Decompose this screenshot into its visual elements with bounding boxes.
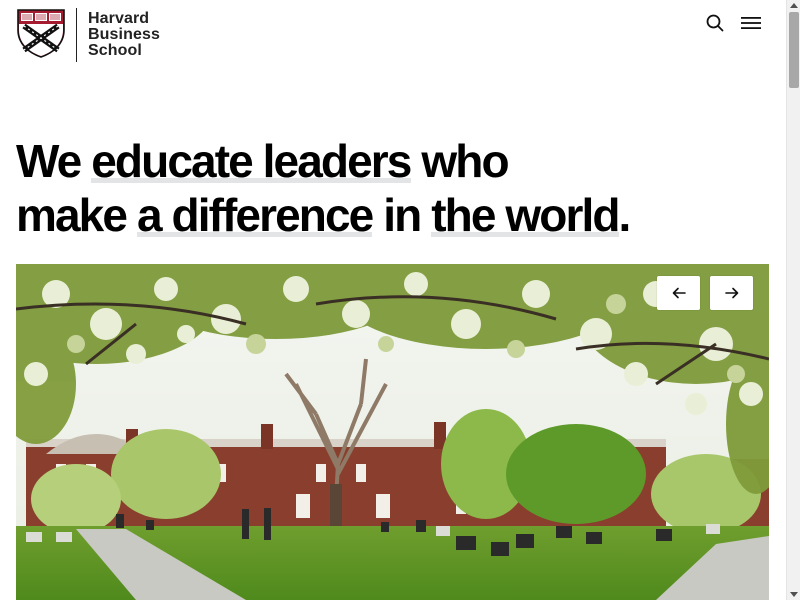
hero-headline: We educate leaders who make a difference… [16,134,786,242]
scroll-up-arrow-icon[interactable] [790,3,798,8]
scroll-down-arrow-icon[interactable] [790,592,798,597]
wordmark-line: Harvard [88,10,150,27]
headline-highlight: a difference [136,189,374,241]
wordmark-line: School [88,42,142,59]
carousel-controls [657,276,753,310]
arrow-right-icon [724,287,738,299]
hbs-shield-icon [17,9,65,58]
headline-fragment: make [16,189,137,241]
header-actions [702,12,764,34]
headline-line-2: make a difference in the world. [16,188,786,242]
menu-button[interactable] [738,12,764,34]
search-icon [706,14,724,32]
hamburger-menu-icon [741,17,761,29]
hero-carousel [16,264,769,600]
page: Harvard Business School We educate leade… [0,0,786,600]
scroll-thumb[interactable] [789,12,799,88]
headline-highlight: educate leaders [91,135,412,187]
wordmark-line: Business [88,26,160,43]
headline-line-1: We educate leaders who [16,134,786,188]
site-header: Harvard Business School [0,0,786,70]
logo-divider [76,8,77,62]
arrow-left-icon [672,287,686,299]
campus-lawn-photo [16,264,769,600]
headline-fragment: in [372,189,432,241]
page-scrollbar[interactable] [786,0,800,600]
headline-highlight: the world [431,189,620,241]
headline-fragment: . [618,189,632,241]
hbs-logo-link[interactable]: Harvard Business School [16,8,160,62]
headline-fragment: who [410,135,509,187]
carousel-next-button[interactable] [710,276,753,310]
search-button[interactable] [702,12,728,34]
carousel-prev-button[interactable] [657,276,700,310]
wordmark: Harvard Business School [88,11,160,59]
headline-fragment: We [16,135,92,187]
